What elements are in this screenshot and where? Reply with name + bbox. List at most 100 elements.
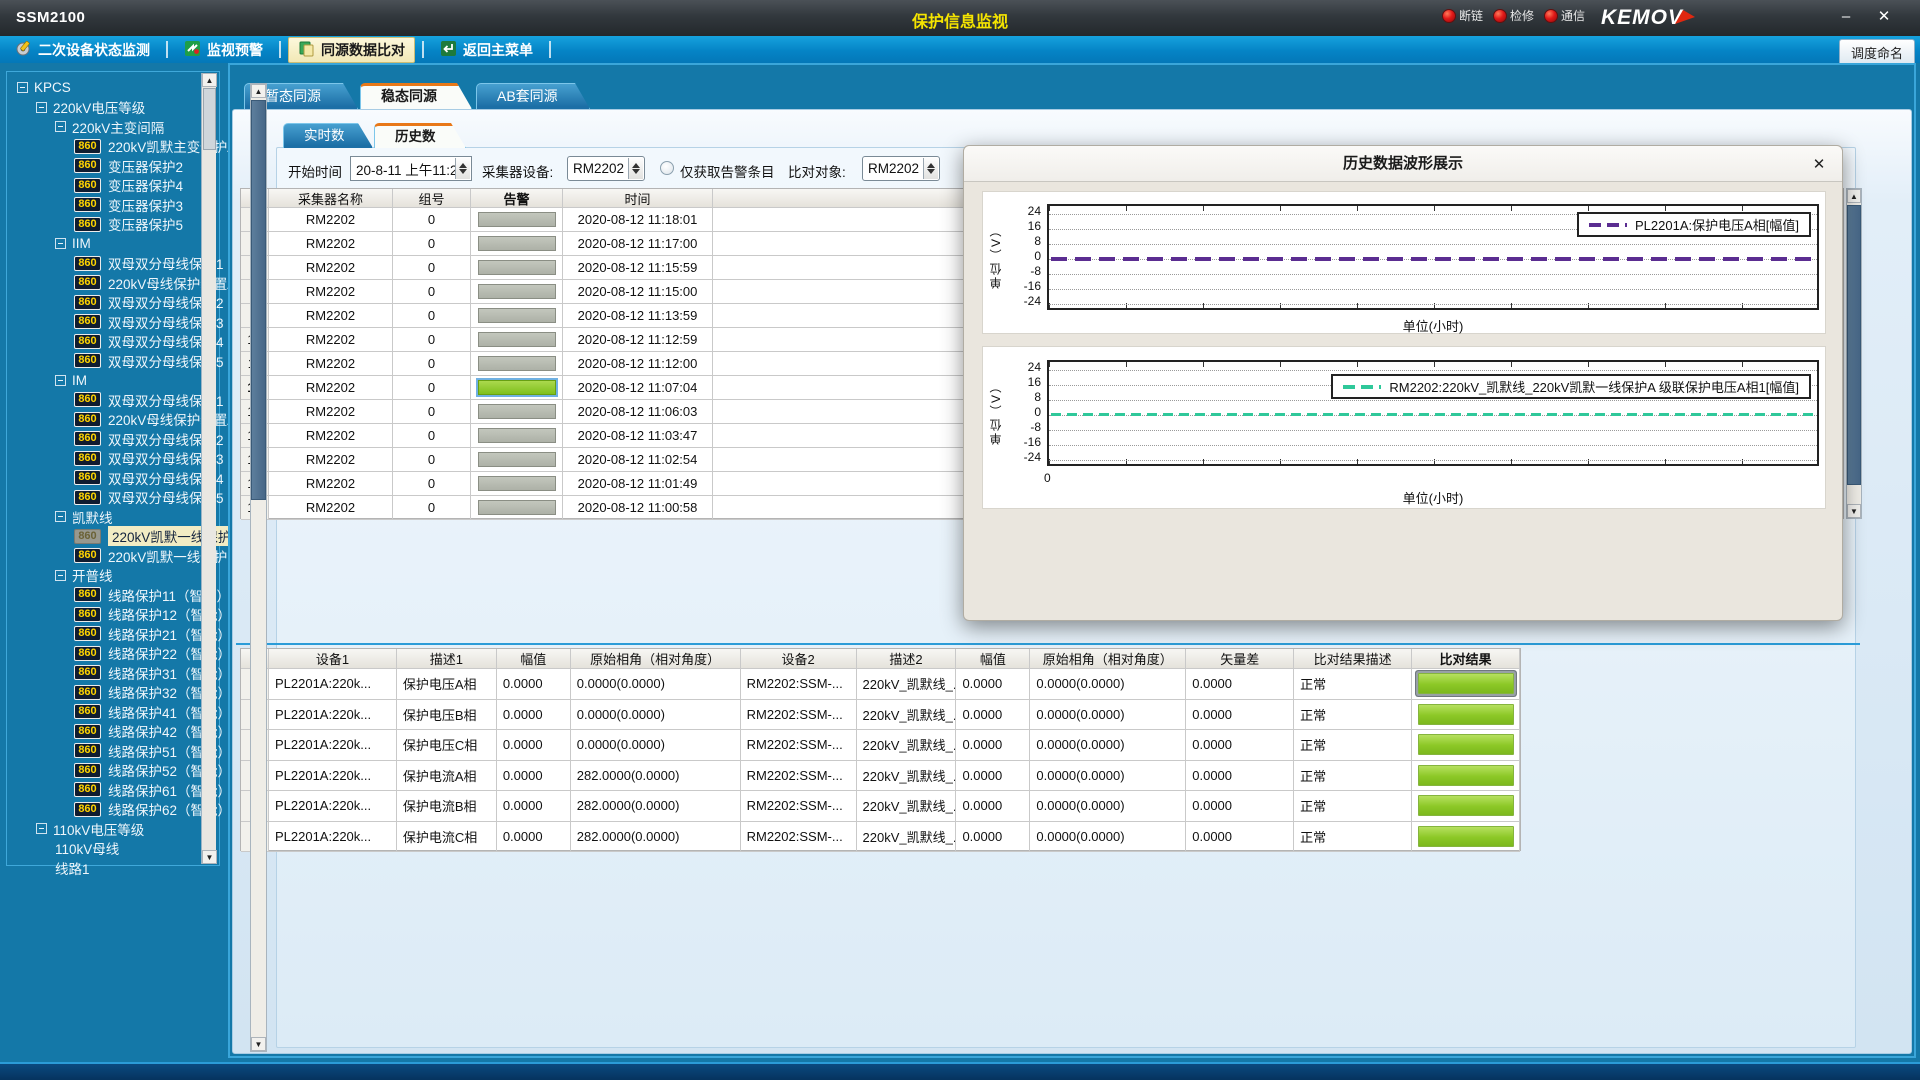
tree-item[interactable]: IM [9,371,201,391]
column-header[interactable]: 时间 [563,189,713,208]
toolbar-button-4[interactable]: 返回主菜单 [431,38,542,62]
tree-expander-icon[interactable] [55,375,66,386]
column-header[interactable]: 描述1 [397,649,497,669]
subtab-实时数据[interactable]: 实时数据 [283,123,373,148]
tree-item[interactable]: 860双母双分母线保护2 [9,293,201,313]
table-row[interactable]: 0PL2201A:220k...保护电压A相0.00000.0000(0.000… [241,669,1520,700]
column-header[interactable]: 幅值 [497,649,571,669]
column-header[interactable]: 描述2 [857,649,957,669]
tree-item[interactable]: 860线路保护41（智能） [9,702,201,722]
tree-item[interactable]: 860变压器保护5 [9,215,201,235]
collector-device-spinner[interactable] [628,158,643,179]
tree-expander-icon[interactable] [55,511,66,522]
table-scroll-down-icon[interactable]: ▼ [1847,504,1861,518]
compare-target-select[interactable]: RM2202 [862,156,940,181]
tree-item[interactable]: 220kV主变间隔 [9,117,201,137]
column-header[interactable]: 幅值 [956,649,1030,669]
subtab-历史数据[interactable]: 历史数据 [374,123,466,148]
tree-item[interactable]: 860线路保护62（智能） [9,800,201,820]
content-scroll-thumb[interactable] [251,100,266,500]
tree-item[interactable]: 凯默线 [9,507,201,527]
tree-item[interactable]: 860线路保护11（智能） [9,585,201,605]
tree-item[interactable]: 110kV电压等级 [9,819,201,839]
tree-item[interactable]: 860线路保护32（智能） [9,683,201,703]
tree-item[interactable]: 860线路保护31（智能） [9,663,201,683]
column-header[interactable]: 矢量差 [1186,649,1294,669]
tree-expander-icon[interactable] [36,102,47,113]
tree-item[interactable]: 860双母双分母线保护3 [9,312,201,332]
tree-expander-icon[interactable] [55,121,66,132]
table-row[interactable]: 2PL2201A:220k...保护电压C相0.00000.0000(0.000… [241,730,1520,761]
tree-item[interactable]: 860双母双分母线保护5 [9,351,201,371]
tree-item[interactable]: 860变压器保护2 [9,156,201,176]
tree-item[interactable]: 线路1 [9,858,201,878]
table-row[interactable]: 1PL2201A:220k...保护电压B相0.00000.0000(0.000… [241,700,1520,731]
toolbar-button-3[interactable]: 同源数据比对 [288,37,415,63]
tree-item[interactable]: 860双母双分母线保护1 [9,390,201,410]
tree-item[interactable]: 860220kV母线保护装置A [9,410,201,430]
column-header[interactable]: 设备2 [741,649,857,669]
compare-target-spinner[interactable] [923,158,938,179]
tree-item[interactable]: 860双母双分母线保护4 [9,332,201,352]
column-header[interactable]: 原始相角（相对角度） [1030,649,1186,669]
tree-item[interactable]: 860220kV凯默一线保护B [9,546,201,566]
tree-item[interactable]: 860线路保护61（智能） [9,780,201,800]
tree-item[interactable]: 860双母双分母线保护2 [9,429,201,449]
table-scrollbar[interactable]: ▲ ▼ [1846,188,1862,519]
tab-稳态同源[interactable]: 稳态同源 [360,83,472,109]
tree-expander-icon[interactable] [17,82,28,93]
dialog-title-bar[interactable]: 历史数据波形展示 [964,146,1842,182]
tree-item[interactable]: 860线路保护51（智能） [9,741,201,761]
column-header[interactable]: 组号 [393,189,471,208]
table-scroll-up-icon[interactable]: ▲ [1847,189,1861,203]
tree-item[interactable]: 860线路保护42（智能） [9,722,201,742]
start-time-input[interactable]: 20-8-11 上午11:22 [350,156,472,181]
alarm-only-radio[interactable] [660,161,674,175]
table-row[interactable]: 3PL2201A:220k...保护电流A相0.0000282.0000(0.0… [241,761,1520,792]
tree-item[interactable]: 860双母双分母线保护5 [9,488,201,508]
tree-expander-icon[interactable] [36,823,47,834]
tree-item[interactable]: 860220kV母线保护装置A [9,273,201,293]
tree-item[interactable]: 860双母双分母线保护1 [9,254,201,274]
tree-item[interactable]: 110kV母线 [9,839,201,859]
content-scrollbar[interactable]: ▲ ▼ [250,83,267,1052]
tree-scroll-up-icon[interactable]: ▲ [202,73,217,87]
toolbar-button-1[interactable]: 二次设备状态监测 [6,38,159,62]
window-close-button[interactable]: ✕ [1870,6,1898,28]
dispatch-naming-button[interactable]: 调度命名 [1839,39,1915,66]
column-header[interactable]: 比对结果描述 [1294,649,1412,669]
tree-item[interactable]: KPCS [9,78,201,98]
start-time-spinner[interactable] [455,158,470,179]
collector-device-select[interactable]: RM2202 [567,156,645,181]
tree-item[interactable]: 860线路保护21（智能） [9,624,201,644]
tree-scrollbar[interactable]: ▲ ▼ [201,73,216,864]
tree-expander-icon[interactable] [55,570,66,581]
tree-item[interactable]: 860变压器保护4 [9,176,201,196]
content-scroll-down-icon[interactable]: ▼ [251,1037,266,1051]
toolbar-button-2[interactable]: 监视预警 [175,38,272,62]
tree-item[interactable]: 860双母双分母线保护3 [9,449,201,469]
tree-scroll-down-icon[interactable]: ▼ [202,850,217,864]
tree-item[interactable]: 860双母双分母线保护4 [9,468,201,488]
tree-item[interactable]: 860线路保护22（智能） [9,644,201,664]
tree-item[interactable]: 860220kV凯默一线保护A [9,527,201,547]
tree-item[interactable]: 860220kV凯默主变保护A [9,137,201,157]
table-row[interactable]: 4PL2201A:220k...保护电流B相0.0000282.0000(0.0… [241,791,1520,822]
column-header[interactable]: 设备1 [269,649,397,669]
tree-item[interactable]: IIM [9,234,201,254]
tree-scroll-thumb[interactable] [203,88,216,150]
column-header[interactable]: 采集器名称 [269,189,393,208]
tree-item[interactable]: 220kV电压等级 [9,98,201,118]
tree-item[interactable]: 860线路保护52（智能） [9,761,201,781]
tree-item[interactable]: 开普线 [9,566,201,586]
tab-AB套同源[interactable]: AB套同源 [476,83,590,109]
table-row[interactable]: 5PL2201A:220k...保护电流C相0.0000282.0000(0.0… [241,822,1520,853]
tree-expander-icon[interactable] [55,238,66,249]
column-header[interactable]: 原始相角（相对角度） [571,649,741,669]
column-header[interactable]: 比对结果 [1412,649,1520,669]
table-scroll-thumb[interactable] [1847,205,1861,485]
tree-item[interactable]: 860线路保护12（智能） [9,605,201,625]
minimize-button[interactable]: – [1832,6,1860,28]
tree-item[interactable]: 860变压器保护3 [9,195,201,215]
content-scroll-up-icon[interactable]: ▲ [251,84,266,98]
